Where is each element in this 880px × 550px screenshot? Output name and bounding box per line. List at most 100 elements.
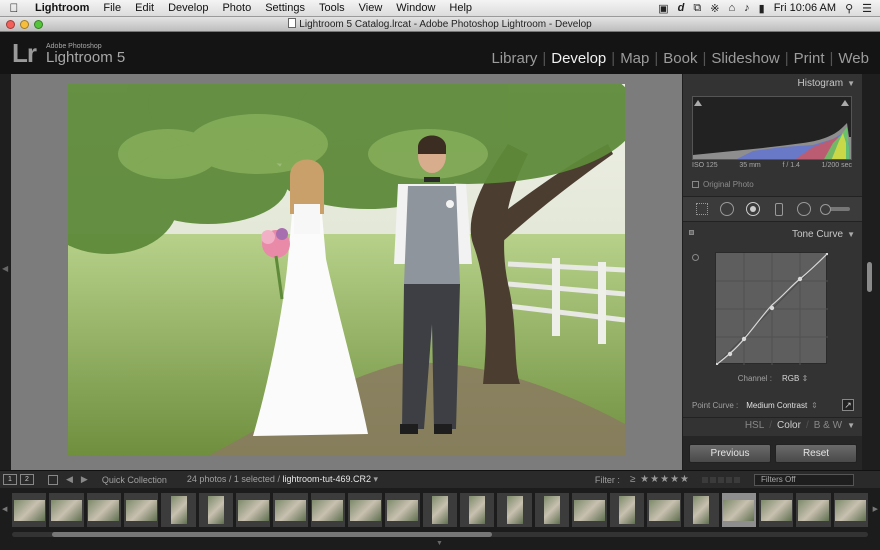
color-filter-swatch[interactable]	[726, 476, 732, 483]
apple-icon[interactable]: 	[0, 1, 28, 15]
tab-hsl[interactable]: HSL	[745, 420, 764, 431]
menu-view[interactable]: View	[352, 2, 390, 14]
filmstrip-thumbnail[interactable]	[49, 493, 84, 527]
left-panel-arrow-icon[interactable]: ◀	[2, 264, 8, 273]
filmstrip-scroll-thumb[interactable]	[52, 532, 492, 537]
reset-button[interactable]: Reset	[775, 443, 857, 463]
filmstrip-thumbnail[interactable]	[684, 493, 719, 527]
spot-removal-tool-icon[interactable]	[719, 201, 735, 217]
tab-color[interactable]: Color	[777, 420, 801, 431]
notification-list-icon[interactable]: ☰	[862, 2, 872, 15]
secondary-window-button[interactable]: 2	[20, 474, 34, 485]
tab-bw[interactable]: B & W	[814, 420, 842, 431]
original-photo-toggle[interactable]: Original Photo	[692, 180, 754, 189]
identity-plate[interactable]: Adobe Photoshop Lightroom 5	[46, 43, 125, 66]
menu-window[interactable]: Window	[389, 2, 442, 14]
previous-button[interactable]: Previous	[689, 443, 771, 463]
menu-develop[interactable]: Develop	[161, 2, 215, 14]
crop-overlay-tool-icon[interactable]	[694, 201, 710, 217]
point-curve-dropdown[interactable]: Medium Contrast	[746, 401, 807, 410]
filmstrip-thumbnail[interactable]	[796, 493, 831, 527]
filmstrip-thumbnail[interactable]	[609, 493, 644, 527]
filmstrip-thumbnail[interactable]	[273, 493, 308, 527]
color-filter-swatch[interactable]	[702, 476, 708, 483]
filmstrip-scrollbar[interactable]	[12, 532, 868, 537]
color-filter-swatch[interactable]	[734, 476, 740, 483]
histogram-header[interactable]: Histogram ▼	[683, 76, 863, 92]
module-print[interactable]: Print	[789, 50, 830, 67]
filmstrip-thumbnail[interactable]	[758, 493, 794, 527]
battery-icon[interactable]: ▮	[759, 2, 765, 15]
module-library[interactable]: Library	[486, 50, 542, 67]
volume-icon[interactable]: ♪	[744, 2, 750, 14]
left-panel-collapsed[interactable]: ◀	[0, 74, 11, 470]
back-arrow-icon[interactable]: ◀	[66, 474, 73, 485]
filmstrip-thumbnail[interactable]	[385, 493, 420, 527]
collapse-triangle-icon[interactable]: ▼	[847, 421, 855, 430]
tone-curve-header[interactable]: Tone Curve ▼	[683, 227, 863, 243]
photo-count[interactable]: 24 photos / 1 selected / lightroom-tut-4…	[187, 474, 378, 485]
histogram-graph[interactable]	[692, 96, 852, 160]
radial-filter-tool-icon[interactable]	[796, 201, 812, 217]
sync-icon[interactable]: ⧉	[693, 2, 701, 15]
filmstrip-thumbnail[interactable]	[236, 493, 271, 527]
bluetooth-icon[interactable]: ※	[710, 2, 719, 15]
stepper-arrows-icon[interactable]: ⇕	[802, 374, 809, 383]
menu-file[interactable]: File	[96, 2, 128, 14]
primary-window-button[interactable]: 1	[3, 474, 17, 485]
filmstrip-left-arrow-icon[interactable]: ◀	[2, 505, 7, 513]
filmstrip-thumbnail[interactable]	[497, 493, 532, 527]
minimize-window-button[interactable]	[20, 19, 29, 29]
rating-filter[interactable]: ≥ ★★★★★	[630, 474, 690, 485]
menu-help[interactable]: Help	[442, 2, 479, 14]
filmstrip-right-arrow-icon[interactable]: ▶	[873, 505, 878, 513]
channel-selector[interactable]: Channel : RGB ⇕	[683, 374, 863, 383]
right-panel-scrollbar[interactable]	[862, 74, 880, 470]
zoom-window-button[interactable]	[34, 19, 43, 29]
source-label[interactable]: Quick Collection	[102, 475, 167, 485]
module-web[interactable]: Web	[833, 50, 874, 67]
filmstrip-thumbnail[interactable]	[12, 493, 47, 527]
filmstrip-collapse-arrow-icon[interactable]: ▼	[436, 540, 443, 547]
filmstrip-thumbnail[interactable]	[460, 493, 495, 527]
color-filter-swatch[interactable]	[710, 476, 716, 483]
filmstrip-thumbnail[interactable]	[646, 493, 682, 527]
filmstrip-thumbnail[interactable]	[833, 493, 868, 527]
module-map[interactable]: Map	[615, 50, 654, 67]
menu-edit[interactable]: Edit	[128, 2, 161, 14]
forward-arrow-icon[interactable]: ▶	[81, 474, 88, 485]
collapse-triangle-icon[interactable]: ▼	[847, 79, 855, 88]
module-slideshow[interactable]: Slideshow	[706, 50, 784, 67]
filters-off-dropdown[interactable]: Filters Off	[754, 473, 854, 486]
edit-point-curve-icon[interactable]: ↗	[842, 399, 854, 411]
main-photo[interactable]	[68, 84, 625, 456]
tone-curve-graph[interactable]	[713, 250, 831, 368]
filmstrip-thumbnail[interactable]	[124, 493, 159, 527]
filmstrip-thumbnail[interactable]	[86, 493, 122, 527]
stepper-arrows-icon[interactable]: ⇕	[811, 401, 818, 410]
filmstrip-thumbnail[interactable]	[198, 493, 234, 527]
close-window-button[interactable]	[6, 19, 15, 29]
channel-value[interactable]: RGB	[782, 374, 799, 383]
menu-photo[interactable]: Photo	[215, 2, 258, 14]
dictionary-icon[interactable]: d	[678, 2, 685, 14]
adjustment-brush-tool-icon[interactable]	[820, 201, 852, 217]
filmstrip-thumbnail[interactable]	[572, 493, 607, 527]
red-eye-tool-icon[interactable]	[745, 201, 761, 217]
camera-icon[interactable]: ▣	[658, 2, 668, 15]
menu-lightroom[interactable]: Lightroom	[28, 2, 96, 14]
wifi-icon[interactable]: ⌂	[728, 2, 735, 14]
targeted-adjustment-icon[interactable]	[692, 254, 699, 261]
original-photo-checkbox[interactable]	[692, 181, 699, 188]
menu-tools[interactable]: Tools	[312, 2, 352, 14]
dropdown-arrow-icon[interactable]: ▾	[374, 474, 379, 484]
spotlight-search-icon[interactable]: ⚲	[845, 2, 853, 15]
grid-view-icon[interactable]	[48, 474, 58, 485]
image-canvas[interactable]	[11, 74, 682, 470]
menubar-clock[interactable]: Fri 10:06 AM	[774, 2, 836, 14]
module-develop[interactable]: Develop	[546, 50, 611, 67]
filmstrip-thumbnail[interactable]	[422, 493, 458, 527]
filmstrip-thumbnail-selected[interactable]	[721, 493, 756, 527]
graduated-filter-tool-icon[interactable]	[771, 201, 787, 217]
collapse-triangle-icon[interactable]: ▼	[847, 230, 855, 239]
